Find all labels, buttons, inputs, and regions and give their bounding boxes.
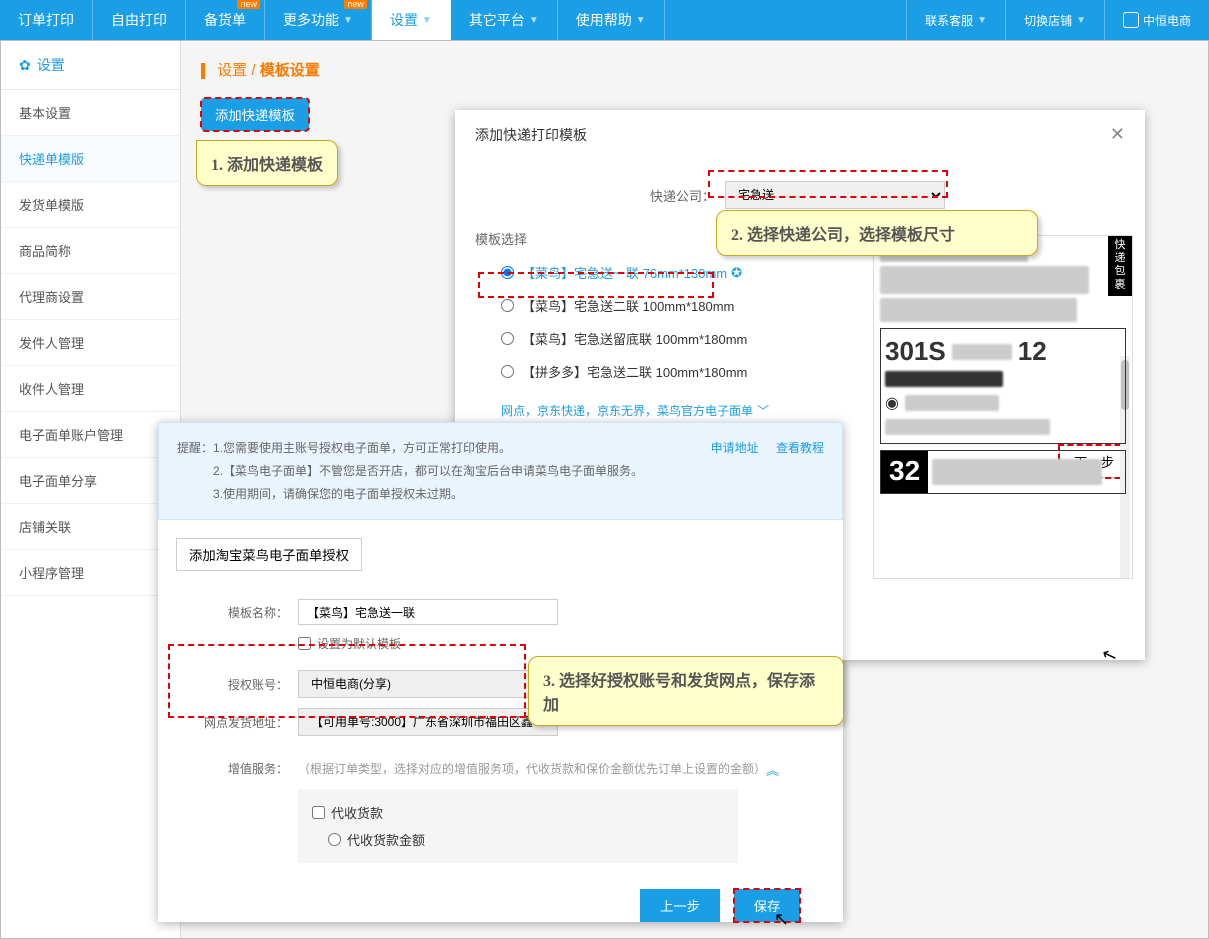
vas-label: 增值服务： bbox=[178, 760, 288, 777]
chevron-down-icon: ﹀ bbox=[757, 404, 769, 418]
modal-title: 添加快递打印模板 bbox=[475, 125, 587, 145]
chevron-down-icon: ▼ bbox=[977, 15, 987, 26]
nav-brand[interactable]: 中恒电商 bbox=[1104, 0, 1209, 40]
chevron-down-icon: ▼ bbox=[1076, 15, 1086, 26]
close-icon[interactable]: ✕ bbox=[1110, 124, 1125, 145]
nav-more[interactable]: 更多功能▼new bbox=[265, 0, 372, 40]
radio-input[interactable] bbox=[501, 266, 514, 279]
chevron-down-icon: ▼ bbox=[529, 15, 539, 26]
nav-free-print[interactable]: 自由打印 bbox=[93, 0, 186, 40]
sidebar-item-ewaybill-account[interactable]: 电子面单账户管理 bbox=[1, 412, 180, 458]
save-button[interactable]: 保存 bbox=[734, 889, 801, 922]
template-badge-icon: ✪ bbox=[731, 265, 742, 281]
radio-input[interactable] bbox=[501, 299, 514, 312]
cod-checkbox[interactable] bbox=[312, 806, 325, 819]
nav-switch-shop[interactable]: 切换店铺▼ bbox=[1005, 0, 1104, 40]
sidebar-item-shop-link[interactable]: 店铺关联 bbox=[1, 504, 180, 550]
prev-button[interactable]: 上一步 bbox=[640, 889, 720, 922]
ship-address-select[interactable]: 【可用单号:3000】广东省深圳市福田区鑫汇新城 bbox=[298, 708, 558, 736]
sidebar-item-basic[interactable]: 基本设置 bbox=[1, 90, 180, 136]
ship-address-label: 网点发货地址： bbox=[178, 714, 288, 731]
nav-stock-list[interactable]: 备货单new bbox=[186, 0, 265, 40]
auth-account-select[interactable]: 中恒电商(分享) bbox=[298, 670, 558, 698]
apply-address-link[interactable]: 申请地址 bbox=[711, 441, 759, 455]
radio-input[interactable] bbox=[501, 332, 514, 345]
auth-account-label: 授权账号： bbox=[178, 676, 288, 693]
radio-input[interactable] bbox=[501, 365, 514, 378]
sidebar-item-receiver[interactable]: 收件人管理 bbox=[1, 366, 180, 412]
annotation-3: 3. 选择好授权账号和发货网点，保存添加 bbox=[528, 656, 844, 726]
sidebar-item-ewaybill-share[interactable]: 电子面单分享 bbox=[1, 458, 180, 504]
sidebar-item-product-short[interactable]: 商品简称 bbox=[1, 228, 180, 274]
new-badge: new bbox=[344, 0, 367, 9]
preview-tag: 快递包裹 bbox=[1108, 235, 1132, 296]
gear-icon: ✿ bbox=[19, 57, 31, 74]
nav-contact[interactable]: 联系客服▼ bbox=[906, 0, 1005, 40]
brand-icon bbox=[1123, 12, 1139, 28]
top-nav: 订单打印 自由打印 备货单new 更多功能▼new 设置▼ 其它平台▼ 使用帮助… bbox=[0, 0, 1209, 40]
sidebar-title: ✿设置 bbox=[1, 41, 180, 90]
sidebar: ✿设置 基本设置 快递单模版 发货单模版 商品简称 代理商设置 发件人管理 收件… bbox=[1, 41, 181, 938]
sidebar-item-agent[interactable]: 代理商设置 bbox=[1, 274, 180, 320]
sidebar-item-miniapp[interactable]: 小程序管理 bbox=[1, 550, 180, 596]
courier-label: 快递公司： bbox=[650, 186, 715, 205]
vas-description: （根据订单类型，选择对应的增值服务项，代收货款和保价金额优先订单上设置的金额） bbox=[298, 760, 766, 777]
sidebar-item-sender[interactable]: 发件人管理 bbox=[1, 320, 180, 366]
new-badge: new bbox=[237, 0, 260, 9]
annotation-1: 1. 添加快递模板 bbox=[196, 140, 338, 186]
chevron-down-icon: ▼ bbox=[422, 15, 432, 26]
nav-other-platform[interactable]: 其它平台▼ bbox=[451, 0, 558, 40]
nav-order-print[interactable]: 订单打印 bbox=[0, 0, 93, 40]
annotation-2: 2. 选择快递公司，选择模板尺寸 bbox=[716, 210, 1038, 256]
vas-options: 代收货款 代收货款金额 bbox=[298, 789, 738, 863]
default-template-checkbox[interactable] bbox=[298, 637, 311, 650]
tips-panel: 申请地址 查看教程 提醒：1.您需要使用主账号授权电子面单，方可正常打印使用。 … bbox=[158, 422, 843, 520]
sidebar-item-express-tpl[interactable]: 快递单模版 bbox=[1, 136, 180, 182]
nav-help[interactable]: 使用帮助▼ bbox=[558, 0, 665, 40]
cod-amount-radio[interactable] bbox=[328, 833, 341, 846]
template-name-label: 模板名称： bbox=[178, 604, 288, 621]
cursor-icon: ↖ bbox=[774, 909, 789, 929]
default-template-label: 设置为默认模板 bbox=[317, 635, 401, 652]
courier-select[interactable]: 宅急送 bbox=[725, 181, 945, 209]
view-tutorial-link[interactable]: 查看教程 bbox=[776, 441, 824, 455]
sidebar-item-delivery-tpl[interactable]: 发货单模版 bbox=[1, 182, 180, 228]
chevron-down-icon: ▼ bbox=[343, 15, 353, 26]
collapse-icon[interactable]: ︽ bbox=[766, 760, 779, 779]
add-template-button[interactable]: 添加快递模板 bbox=[201, 98, 309, 131]
add-cainiao-auth-button[interactable]: 添加淘宝菜鸟电子面单授权 bbox=[176, 538, 362, 571]
template-name-input[interactable] bbox=[298, 599, 558, 625]
chevron-down-icon: ▼ bbox=[636, 15, 646, 26]
template-preview: 快递包裹 301S12 ◉ 32 bbox=[873, 235, 1133, 579]
nav-settings[interactable]: 设置▼ bbox=[372, 0, 451, 40]
breadcrumb: 设置 / 模板设置 bbox=[181, 41, 1208, 98]
